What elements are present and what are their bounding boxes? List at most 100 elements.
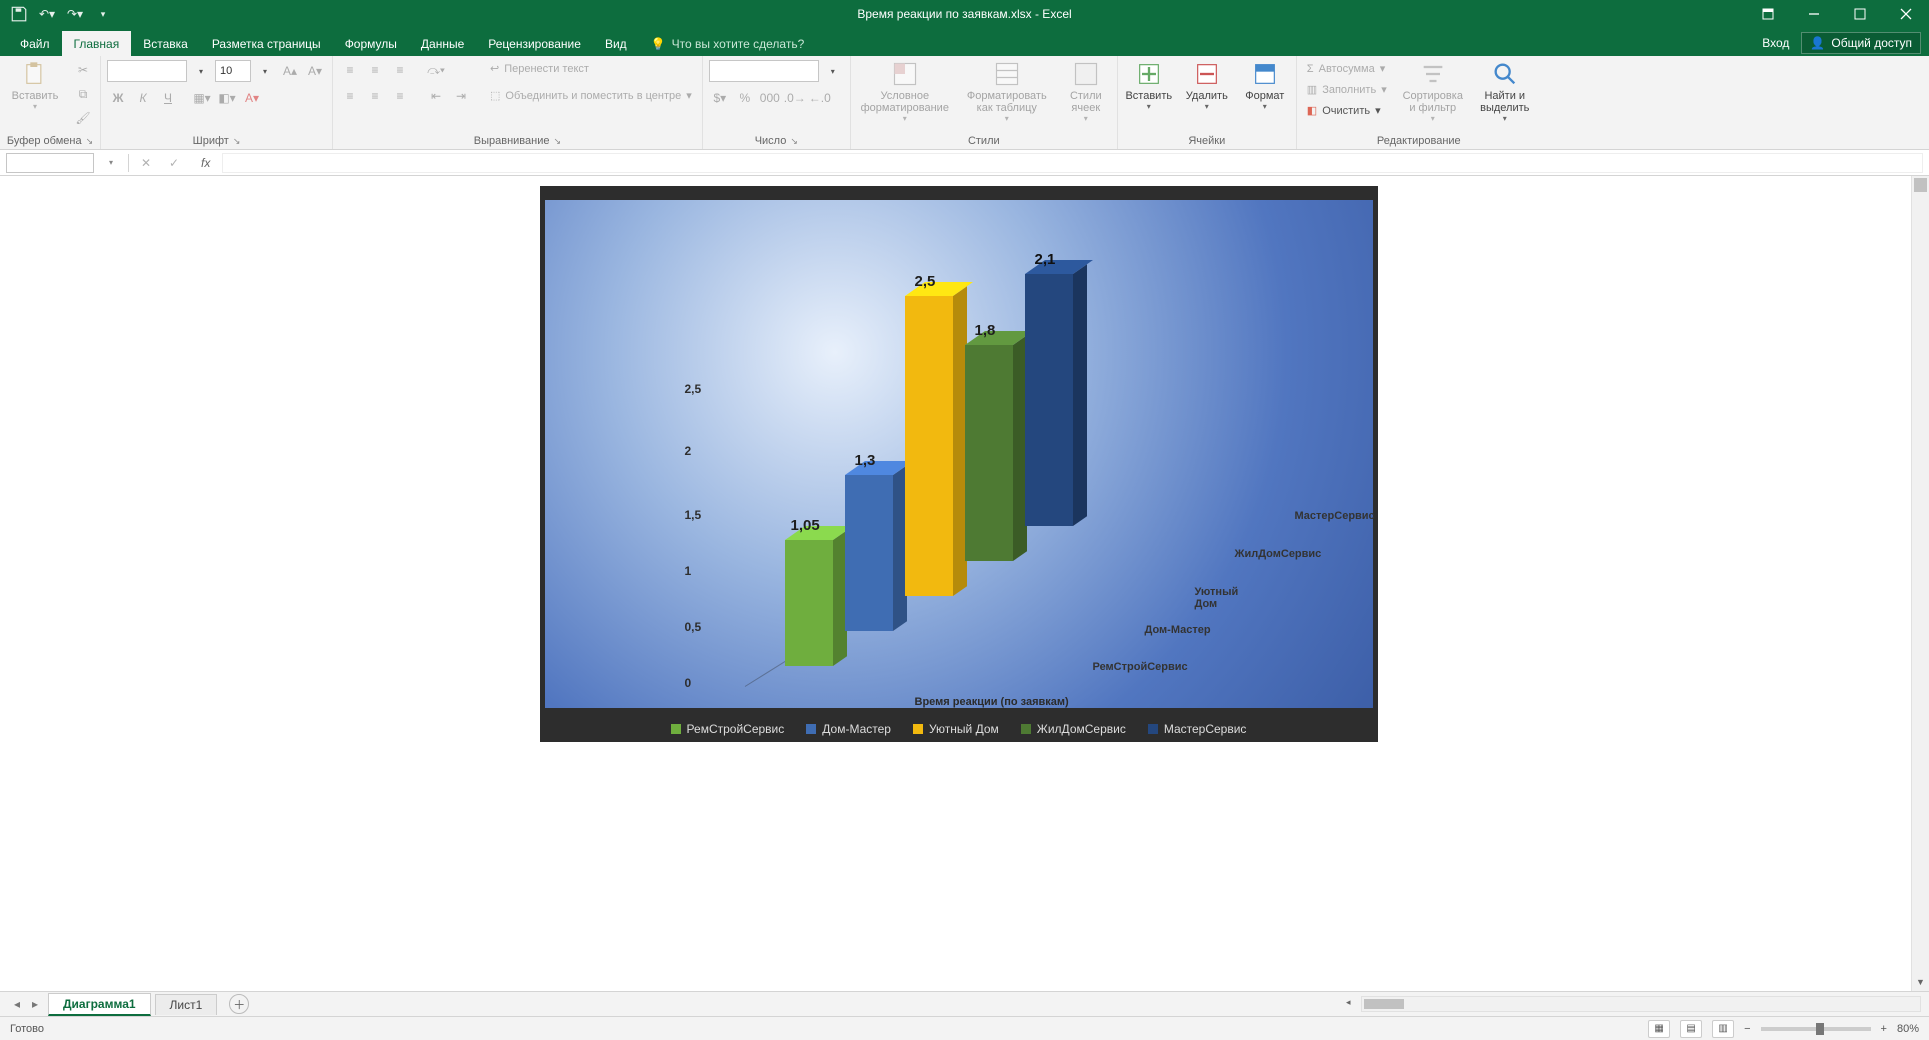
tell-me[interactable]: 💡 Что вы хотите сделать? (639, 31, 817, 56)
delete-cells-button[interactable]: Удалить▾ (1182, 60, 1232, 111)
enter-formula-icon[interactable]: ✓ (163, 153, 185, 173)
maximize-icon[interactable] (1837, 0, 1883, 28)
format-painter-icon[interactable]: 🖌 (72, 108, 94, 128)
chevron-down-icon[interactable]: ▾ (190, 61, 212, 81)
new-sheet-button[interactable]: ＋ (229, 994, 249, 1014)
legend-swatch (806, 724, 816, 734)
view-page-layout-icon[interactable]: ▤ (1680, 1020, 1702, 1038)
format-cells-button[interactable]: Формат▾ (1240, 60, 1290, 111)
close-icon[interactable] (1883, 0, 1929, 28)
depth-label: МастерСервис (1295, 510, 1375, 522)
orientation-icon[interactable]: ⤼▾ (425, 60, 447, 80)
scroll-thumb[interactable] (1364, 999, 1404, 1009)
worksheet-area: 0 0,5 1 1,5 2 2,5 РемСтройСервис Дом-Мас… (0, 176, 1929, 991)
scroll-down-icon[interactable]: ▼ (1912, 973, 1929, 991)
paste-button[interactable]: Вставить▾ (6, 60, 64, 111)
font-color-icon[interactable]: A▾ (241, 88, 263, 108)
decrease-decimal-icon[interactable]: ←.0 (809, 88, 831, 108)
zoom-in-icon[interactable]: + (1881, 1023, 1887, 1035)
tab-scroll-left-icon[interactable]: ◂ (8, 995, 26, 1013)
formula-bar: ▾ ✕ ✓ fx (0, 150, 1929, 176)
ytick: 2 (685, 444, 692, 458)
italic-button[interactable]: К (132, 88, 154, 108)
cell-styles-button[interactable]: Стили ячеек▾ (1061, 60, 1111, 123)
decrease-indent-icon[interactable]: ⇤ (425, 86, 447, 106)
tab-file[interactable]: Файл (8, 31, 62, 56)
fx-label[interactable]: fx (191, 156, 210, 170)
name-box[interactable] (6, 153, 94, 173)
chevron-down-icon[interactable]: ▾ (822, 61, 844, 81)
number-format-combo[interactable] (709, 60, 819, 82)
font-size-combo[interactable] (215, 60, 251, 82)
underline-button[interactable]: Ч (157, 88, 179, 108)
align-center-icon[interactable]: ≡ (364, 86, 386, 106)
align-middle-icon[interactable]: ≡ (364, 60, 386, 80)
tab-scroll-right-icon[interactable]: ▸ (26, 995, 44, 1013)
redo-icon[interactable]: ↷▾ (66, 5, 84, 23)
align-top-icon[interactable]: ≡ (339, 60, 361, 80)
fill-button[interactable]: ▥Заполнить ▾ (1303, 81, 1391, 98)
merge-center-button[interactable]: ⬚Объединить и поместить в центре ▾ (486, 87, 696, 104)
cancel-formula-icon[interactable]: ✕ (135, 153, 157, 173)
group-font: ▾ ▾ A▴ A▾ Ж К Ч ▦▾ ◧▾ A▾ Шрифт↘ (101, 56, 333, 149)
chart-object[interactable]: 0 0,5 1 1,5 2 2,5 РемСтройСервис Дом-Мас… (540, 186, 1378, 742)
increase-decimal-icon[interactable]: .0→ (784, 88, 806, 108)
increase-indent-icon[interactable]: ⇥ (450, 86, 472, 106)
conditional-formatting-button[interactable]: Условное форматирование▾ (857, 60, 953, 123)
percent-icon[interactable]: % (734, 88, 756, 108)
tab-home[interactable]: Главная (62, 31, 132, 56)
font-name-combo[interactable] (107, 60, 187, 82)
share-button[interactable]: 👤 Общий доступ (1801, 32, 1921, 54)
sort-filter-button[interactable]: Сортировка и фильтр▾ (1399, 60, 1467, 123)
insert-cells-button[interactable]: Вставить▾ (1124, 60, 1174, 111)
view-normal-icon[interactable]: ▦ (1648, 1020, 1670, 1038)
view-page-break-icon[interactable]: ▥ (1712, 1020, 1734, 1038)
tab-view[interactable]: Вид (593, 31, 639, 56)
find-select-button[interactable]: Найти и выделить▾ (1475, 60, 1535, 123)
tab-insert[interactable]: Вставка (131, 31, 200, 56)
undo-icon[interactable]: ↶▾ (38, 5, 56, 23)
clear-button[interactable]: ◧Очистить ▾ (1303, 102, 1391, 119)
zoom-slider[interactable] (1761, 1027, 1871, 1031)
sign-in-link[interactable]: Вход (1762, 36, 1789, 50)
formula-input[interactable] (222, 153, 1923, 173)
tab-formulas[interactable]: Формулы (333, 31, 409, 56)
format-as-table-button[interactable]: Форматировать как таблицу▾ (961, 60, 1053, 123)
ytick: 0,5 (685, 620, 702, 634)
wrap-text-button[interactable]: ↩Перенести текст (486, 60, 696, 77)
align-left-icon[interactable]: ≡ (339, 86, 361, 106)
increase-font-icon[interactable]: A▴ (279, 61, 301, 81)
autosum-button[interactable]: ΣАвтосумма ▾ (1303, 60, 1391, 77)
zoom-out-icon[interactable]: − (1744, 1023, 1750, 1035)
align-bottom-icon[interactable]: ≡ (389, 60, 411, 80)
ribbon-display-options-icon[interactable] (1745, 0, 1791, 28)
copy-icon[interactable]: ⧉ (72, 84, 94, 104)
fill-down-icon: ▥ (1307, 83, 1317, 96)
align-right-icon[interactable]: ≡ (389, 86, 411, 106)
fill-color-icon[interactable]: ◧▾ (216, 88, 238, 108)
legend-swatch (671, 724, 681, 734)
wrap-icon: ↩ (490, 62, 499, 75)
vertical-scrollbar[interactable]: ▲ ▼ (1911, 176, 1929, 991)
zoom-level[interactable]: 80% (1897, 1023, 1919, 1035)
scroll-thumb[interactable] (1914, 178, 1927, 192)
border-icon[interactable]: ▦▾ (191, 88, 213, 108)
currency-icon[interactable]: $▾ (709, 88, 731, 108)
qat-customize-icon[interactable]: ▾ (94, 5, 112, 23)
chart-legend: РемСтройСервис Дом-Мастер Уютный Дом Жил… (540, 722, 1378, 736)
cut-icon[interactable]: ✂ (72, 60, 94, 80)
bold-button[interactable]: Ж (107, 88, 129, 108)
tab-review[interactable]: Рецензирование (476, 31, 593, 56)
minimize-icon[interactable] (1791, 0, 1837, 28)
tab-page-layout[interactable]: Разметка страницы (200, 31, 333, 56)
scroll-left-icon[interactable]: ◂ (1346, 997, 1351, 1008)
save-icon[interactable] (10, 5, 28, 23)
tab-data[interactable]: Данные (409, 31, 476, 56)
chevron-down-icon[interactable]: ▾ (100, 153, 122, 173)
comma-icon[interactable]: 000 (759, 88, 781, 108)
sheet-tab-diagram1[interactable]: Диаграмма1 (48, 993, 151, 1016)
chevron-down-icon[interactable]: ▾ (254, 61, 276, 81)
horizontal-scrollbar[interactable]: ◂ ▸ (1361, 996, 1921, 1012)
sheet-tab-list1[interactable]: Лист1 (155, 994, 218, 1015)
decrease-font-icon[interactable]: A▾ (304, 61, 326, 81)
